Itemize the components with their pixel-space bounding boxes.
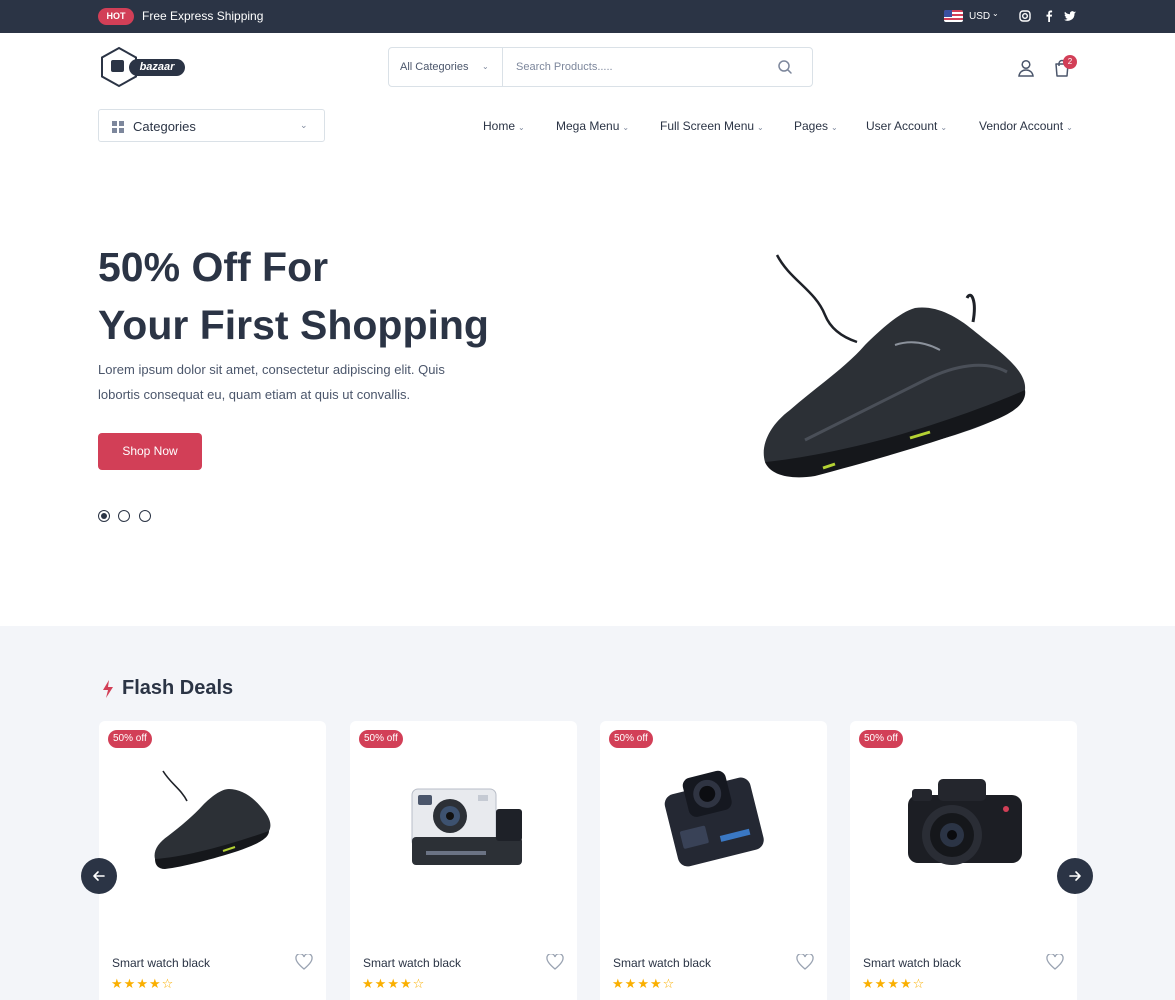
discount-badge: 50% off — [609, 730, 653, 748]
us-flag-icon[interactable] — [944, 10, 963, 22]
hero-sneaker-image — [745, 250, 1035, 490]
star-filled-icon: ★ — [874, 976, 888, 991]
nav-label: Pages — [794, 119, 829, 133]
flash-deals-title: Flash Deals — [122, 677, 234, 699]
carousel-dot-3[interactable] — [139, 510, 151, 522]
twitter-icon[interactable] — [1063, 9, 1077, 23]
hero-title-line-1: 50% Off For — [98, 244, 329, 290]
rating-stars: ★★★★☆ — [862, 976, 925, 992]
hero-description: Lorem ipsum dolor sit amet, consectetur … — [98, 362, 445, 402]
currency-selector[interactable]: USD — [969, 11, 990, 22]
star-filled-icon: ★ — [136, 976, 149, 991]
shop-now-button[interactable]: Shop Now — [98, 433, 202, 470]
search-icon[interactable] — [777, 59, 793, 75]
product-card[interactable]: 50% off Smart watch black ★★★★☆ — [350, 721, 577, 1000]
nav-label: Vendor Account — [979, 119, 1064, 133]
arrow-right-icon — [1069, 871, 1081, 881]
nav-label: Home — [483, 119, 516, 133]
star-filled-icon: ★ — [637, 976, 650, 991]
discount-badge: 50% off — [108, 730, 152, 748]
grid-icon — [112, 120, 124, 133]
shipping-promo-text: Free Express Shipping — [142, 9, 264, 23]
star-filled-icon: ★ — [123, 976, 137, 991]
star-filled-icon: ★ — [887, 976, 900, 991]
product-name[interactable]: Smart watch black — [863, 956, 961, 970]
nav-item-vendor-account[interactable]: Vendor Account ⌄ — [979, 119, 1073, 133]
heart-icon[interactable] — [1046, 953, 1064, 970]
action-camera-image[interactable] — [644, 759, 784, 879]
star-empty-icon: ☆ — [161, 976, 175, 991]
star-empty-icon: ☆ — [662, 976, 676, 991]
carousel-dot-2[interactable] — [118, 510, 130, 522]
cart-count-badge: 2 — [1063, 55, 1077, 69]
rating-stars: ★★★★☆ — [612, 976, 675, 992]
hero-title: 50% Off For Your First Shopping — [98, 238, 489, 354]
star-filled-icon: ★ — [649, 976, 663, 991]
chevron-down-icon: ⌄ — [300, 120, 308, 130]
star-filled-icon: ★ — [374, 976, 388, 991]
search-bar: All Categories ⌄ — [388, 47, 813, 87]
nav-label: Full Screen Menu — [660, 119, 755, 133]
chevron-down-icon[interactable]: ⌄ — [992, 9, 999, 18]
carousel-next-button[interactable] — [1057, 858, 1093, 894]
top-bar: HOT Free Express Shipping USD ⌄ — [0, 0, 1175, 33]
heart-icon[interactable] — [295, 953, 313, 970]
bazaar-logo[interactable]: bazaar — [98, 46, 188, 88]
product-name[interactable]: Smart watch black — [363, 956, 461, 970]
facebook-icon[interactable] — [1042, 9, 1056, 23]
star-filled-icon: ★ — [612, 976, 625, 991]
nav-item-user-account[interactable]: User Account ⌄ — [866, 119, 947, 133]
hot-badge: HOT — [98, 8, 134, 25]
nav-label: User Account — [866, 119, 938, 133]
star-filled-icon: ★ — [148, 976, 162, 991]
categories-label: Categories — [133, 119, 196, 134]
chevron-down-icon: ⌄ — [940, 123, 948, 132]
instant-camera-image[interactable] — [394, 759, 534, 879]
star-filled-icon: ★ — [862, 976, 875, 991]
instagram-icon[interactable] — [1018, 9, 1032, 23]
search-category-label: All Categories — [400, 61, 469, 73]
carousel-dot-1[interactable] — [98, 510, 110, 522]
dslr-camera-image[interactable] — [894, 759, 1034, 879]
rating-stars: ★★★★☆ — [111, 976, 174, 992]
chevron-down-icon[interactable]: ⌄ — [482, 62, 489, 71]
sneaker-image[interactable] — [143, 759, 283, 879]
hero-title-line-2: Your First Shopping — [98, 302, 489, 348]
star-filled-icon: ★ — [111, 976, 124, 991]
chevron-down-icon: ⌄ — [757, 123, 764, 132]
product-name[interactable]: Smart watch black — [613, 956, 711, 970]
product-card[interactable]: 50% off Smart watch black ★★★★☆ — [600, 721, 827, 1000]
arrow-left-icon — [93, 871, 105, 881]
categories-dropdown-button[interactable]: Categories ⌄ — [98, 109, 325, 142]
heart-icon[interactable] — [546, 953, 564, 970]
chevron-down-icon: ⌄ — [831, 123, 838, 132]
star-empty-icon: ☆ — [912, 976, 926, 991]
nav-item-home[interactable]: Home ⌄ — [483, 119, 525, 133]
star-empty-icon: ☆ — [412, 976, 426, 991]
product-card[interactable]: 50% off Smart watch black ★★★★☆ — [99, 721, 326, 1000]
chevron-down-icon: ⌄ — [518, 123, 525, 132]
nav-label: Mega Menu — [556, 119, 620, 133]
discount-badge: 50% off — [359, 730, 403, 748]
nav-item-full-screen-menu[interactable]: Full Screen Menu ⌄ — [660, 119, 764, 133]
nav-item-pages[interactable]: Pages ⌄ — [794, 119, 838, 133]
star-filled-icon: ★ — [399, 976, 413, 991]
carousel-prev-button[interactable] — [81, 858, 117, 894]
chevron-down-icon: ⌄ — [1066, 123, 1073, 132]
user-icon[interactable] — [1016, 58, 1036, 78]
star-filled-icon: ★ — [624, 976, 638, 991]
logo-text: bazaar — [129, 59, 185, 76]
star-filled-icon: ★ — [362, 976, 375, 991]
product-name[interactable]: Smart watch black — [112, 956, 210, 970]
chevron-down-icon: ⌄ — [622, 123, 630, 132]
discount-badge: 50% off — [859, 730, 903, 748]
star-filled-icon: ★ — [387, 976, 400, 991]
star-filled-icon: ★ — [899, 976, 913, 991]
nav-item-mega-menu[interactable]: Mega Menu ⌄ — [556, 119, 629, 133]
search-input[interactable] — [507, 52, 767, 82]
rating-stars: ★★★★☆ — [362, 976, 425, 992]
lightning-icon — [101, 680, 115, 698]
product-card[interactable]: 50% off Smart watch black ★★★★☆ — [850, 721, 1077, 1000]
heart-icon[interactable] — [796, 953, 814, 970]
